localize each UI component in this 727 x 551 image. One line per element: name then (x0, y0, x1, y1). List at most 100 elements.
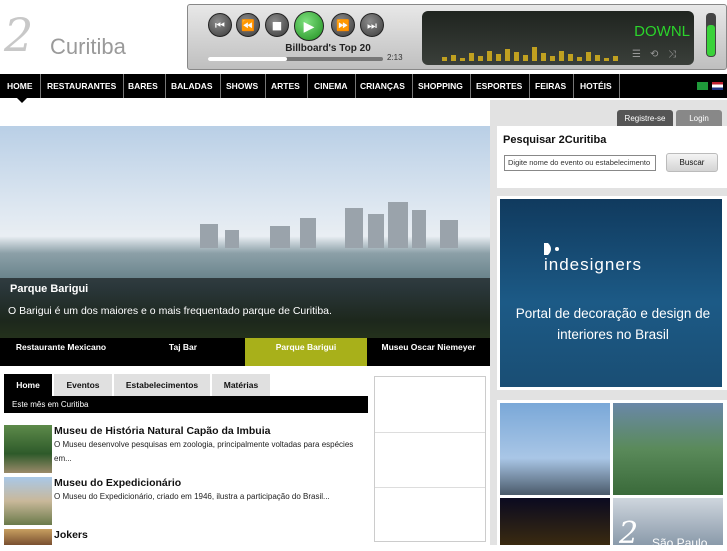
side-ad-box[interactable] (374, 376, 486, 542)
nav-item-criancas[interactable]: CRIANÇAS (353, 74, 413, 98)
equalizer-bar (586, 52, 591, 61)
equalizer-bar (568, 54, 573, 61)
hero-photo-building (345, 208, 363, 248)
banner-background: indesigners Portal de decoração e design… (500, 199, 722, 387)
login-tab[interactable]: Login (676, 110, 722, 126)
gallery-photo[interactable] (500, 498, 610, 545)
search-button[interactable]: Buscar (666, 153, 718, 172)
progress-fill (208, 57, 287, 61)
equalizer-bar (595, 55, 600, 61)
list-item-title[interactable]: Jokers (54, 529, 88, 541)
equalizer-bar (604, 58, 609, 61)
equalizer-bar (613, 56, 618, 61)
hero-photo-building (440, 220, 458, 248)
equalizer-bar (460, 58, 465, 61)
list-item-thumbnail[interactable] (4, 477, 52, 525)
nav-item-shopping[interactable]: SHOPPING (411, 74, 471, 98)
volume-slider[interactable] (706, 13, 716, 57)
hero-photo-building (270, 226, 290, 248)
equalizer-bar (541, 53, 546, 61)
gallery-logo-mark: 2 (619, 516, 639, 551)
slide-tab-museu-oscar-niemeyer[interactable]: Museu Oscar Niemeyer (367, 338, 490, 366)
rewind-icon[interactable]: ⏪ (236, 13, 260, 37)
equalizer-bar (577, 57, 582, 61)
tab-eventos[interactable]: Eventos (54, 374, 112, 396)
tab-home[interactable]: Home (4, 374, 52, 396)
search-input[interactable]: Digite nome do evento ou estabelecimento (504, 155, 656, 171)
indesigners-banner[interactable]: indesigners Portal de decoração e design… (497, 196, 727, 390)
gallery-label: São Paulo (652, 536, 708, 550)
list-item-title[interactable]: Museu de História Natural Capão da Imbui… (54, 425, 270, 437)
nav-item-esportes[interactable]: ESPORTES (469, 74, 531, 98)
hero-photo-building (225, 230, 239, 248)
ad-slot[interactable] (375, 377, 485, 433)
slide-tab-taj-bar[interactable]: Taj Bar (122, 338, 244, 366)
nav-item-bares[interactable]: BARES (121, 74, 166, 98)
equalizer-bar (532, 47, 537, 61)
list-item-description: O Museu do Expedicionário, criado em 194… (54, 492, 330, 501)
content-tabs: Home Eventos Estabelecimentos Matérias (4, 374, 368, 396)
gallery-photo[interactable] (500, 403, 610, 495)
site-logo[interactable]: 2 Curitiba (0, 8, 140, 68)
photo-gallery: 2 São Paulo (497, 400, 727, 551)
equalizer-bar (442, 57, 447, 61)
forward-icon[interactable]: ⏩ (331, 13, 355, 37)
nav-item-home[interactable]: HOME (0, 74, 41, 98)
indesigners-logo-icon (544, 243, 559, 255)
slide-tab-parque-barigui[interactable]: Parque Barigui (245, 338, 367, 366)
ad-slot[interactable] (375, 432, 485, 488)
nav-item-restaurantes[interactable]: RESTAURANTES (40, 74, 125, 98)
next-icon[interactable]: ⏭ (360, 13, 384, 37)
active-nav-indicator (17, 98, 27, 103)
repeat-icon[interactable]: ⟲ (650, 49, 658, 60)
search-placeholder: Digite nome do evento ou estabelecimento (508, 158, 651, 167)
equalizer-bar (487, 51, 492, 61)
slide-tab-restaurante-mexicano[interactable]: Restaurante Mexicano (0, 338, 122, 366)
nav-item-artes[interactable]: ARTES (264, 74, 308, 98)
hero-description: O Barigui é um dos maiores e o mais freq… (8, 305, 332, 317)
equalizer-bars (442, 41, 642, 61)
stop-icon[interactable]: ■ (265, 13, 289, 37)
equalizer-bar (550, 56, 555, 61)
list-item-title[interactable]: Museu do Expedicionário (54, 477, 181, 489)
equalizer-bar (478, 56, 483, 61)
main-nav: HOME RESTAURANTES BARES BALADAS SHOWS AR… (0, 74, 727, 98)
list-item-thumbnail[interactable] (4, 425, 52, 473)
equalizer-bar (559, 51, 564, 61)
hero-title: Parque Barigui (10, 283, 89, 295)
hero-photo-building (300, 218, 316, 248)
prev-icon[interactable]: ⏮ (208, 13, 232, 37)
banner-tagline: Portal de decoração e design de interior… (515, 306, 711, 342)
nav-item-shows[interactable]: SHOWS (219, 74, 267, 98)
gallery-photo[interactable] (613, 403, 723, 495)
nav-item-baladas[interactable]: BALADAS (164, 74, 221, 98)
screen-text: DOWNL (634, 23, 690, 40)
search-title: Pesquisar 2Curitiba (503, 134, 607, 146)
visualizer-screen: DOWNL ☰ ⟲ ⤨ (422, 11, 694, 65)
register-tab[interactable]: Registre-se (617, 110, 673, 126)
list-item-description: O Museu desenvolve pesquisas em zoologia… (54, 440, 354, 463)
equalizer-bar (514, 52, 519, 61)
logo-mark: 2 (4, 8, 34, 62)
progress-bar[interactable] (208, 57, 383, 61)
flag-brazil-icon[interactable] (697, 82, 708, 90)
hero-slider[interactable]: Parque Barigui O Barigui é um dos maiore… (0, 126, 490, 338)
play-icon[interactable]: ▶ (294, 11, 324, 41)
music-player: ⏮ ⏪ ■ ▶ ⏩ ⏭ Billboard's Top 20 2:13 DOWN… (187, 4, 727, 70)
search-panel: Pesquisar 2Curitiba Digite nome do event… (497, 126, 727, 188)
shuffle-icon[interactable]: ⤨ (668, 49, 676, 60)
track-title: Billboard's Top 20 (285, 43, 371, 54)
nav-item-hoteis[interactable]: HOTÉIS (573, 74, 620, 98)
tab-materias[interactable]: Matérias (212, 374, 270, 396)
nav-item-feiras[interactable]: FEIRAS (528, 74, 575, 98)
equalizer-bar (451, 55, 456, 61)
volume-level (707, 25, 715, 56)
equalizer-bar (496, 54, 501, 61)
list-item-thumbnail[interactable] (4, 529, 52, 545)
flag-english-icon[interactable] (712, 82, 723, 90)
tab-estabelecimentos[interactable]: Estabelecimentos (114, 374, 210, 396)
equalizer-bar (505, 49, 510, 61)
nav-item-cinema[interactable]: CINEMA (307, 74, 356, 98)
list-icon[interactable]: ☰ (632, 49, 641, 60)
track-time: 2:13 (387, 53, 403, 62)
